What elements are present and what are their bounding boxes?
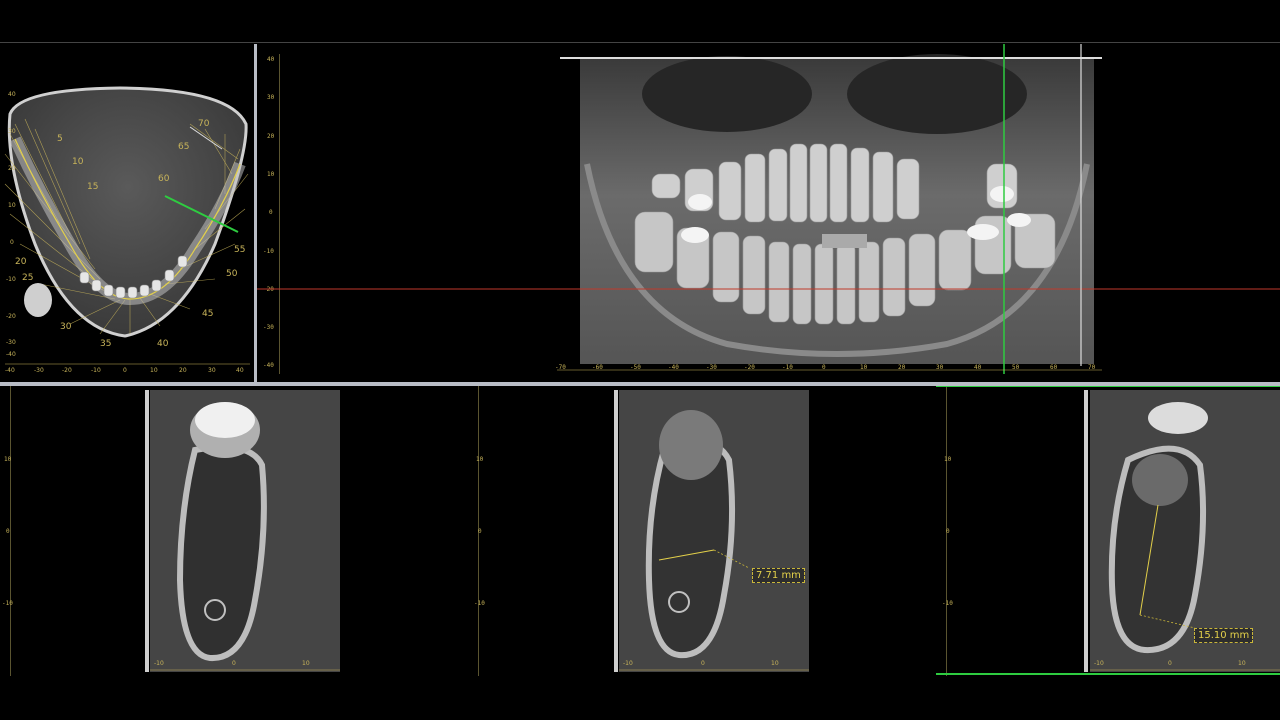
al-label: 70 [198,119,210,129]
svg-text:0: 0 [1168,660,1172,667]
svg-text:-10: -10 [623,660,633,667]
axial-view[interactable]: 5 10 15 20 25 30 35 40 45 50 55 60 65 70 -40 -30… [0,44,254,382]
ah-label: -10 [91,367,101,374]
ah-label: 40 [236,367,244,374]
cs1-v-ruler: 10 0 -10 [0,386,13,676]
av-label: -20 [6,313,16,320]
ph-label: 0 [822,364,826,371]
al-label: 30 [60,322,72,332]
ah-label: -30 [34,367,44,374]
al-label: 35 [100,339,111,349]
ah-label: 0 [123,367,127,374]
axial-v-ticks: 40 30 20 10 0 -10 -20 -30 -40 [6,91,16,358]
ph-label: -60 [592,364,603,371]
av-label: 0 [10,239,14,246]
cs3-active-indicator [936,673,1280,675]
ah-label: -40 [5,367,15,374]
ah-label: -20 [62,367,72,374]
av-label: -10 [6,276,16,283]
al-label: 25 [22,273,33,283]
av-label: -40 [6,351,16,358]
al-label: 5 [57,134,63,144]
al-label: 10 [72,157,84,167]
ph-label: -30 [706,364,717,371]
cross-section-2[interactable]: 56 10 0 -10 -10 0 10 7.71 mm [468,386,936,676]
cs3-active-top [936,386,1280,387]
ah-label: 10 [150,367,158,374]
av-label: 20 [8,165,16,172]
svg-text:-10: -10 [154,660,164,667]
al-label: 55 [234,245,245,255]
av-label: -30 [6,339,16,346]
axial-arch-image: 5 10 15 20 25 30 35 40 45 50 55 60 65 70 -40 -30… [4,86,250,374]
ph-label: -50 [630,364,641,371]
ph-label: 20 [898,364,906,371]
av-label: 40 [8,91,16,98]
av-label: 10 [8,202,16,209]
ph-label: 40 [974,364,982,371]
al-label: 20 [15,257,27,267]
cs2-image: -10 0 10 [619,390,809,672]
top-border [0,42,1280,43]
ph-label: -70 [555,364,566,371]
ph-label: -20 [744,364,755,371]
ph-label: 10 [860,364,868,371]
al-label: 40 [157,339,169,349]
av-label: 30 [8,128,16,135]
svg-text:-10: -10 [1094,660,1104,667]
svg-text:10: 10 [771,660,779,667]
cs2-v-ruler: 10 0 -10 [468,386,485,676]
ph-label: 50 [1012,364,1020,371]
al-label: 50 [226,269,238,279]
svg-text:10: 10 [1238,660,1246,667]
ah-label: 20 [179,367,187,374]
axial-h-ticks: -40 -30 -20 -10 0 10 20 30 40 [5,367,244,374]
ph-label: 30 [936,364,944,371]
cross-section-1[interactable]: 10 0 -10 -10 0 10 [0,386,468,676]
cs1-image: -10 0 10 [150,390,340,672]
panoramic-view[interactable]: 40 30 20 10 0 -10 -20 -30 -40 [257,44,1280,382]
al-label: 45 [202,309,213,319]
cs3-measurement-label[interactable]: 15.10 mm [1194,628,1254,643]
al-label: 15 [87,182,98,192]
ph-label: 70 [1088,364,1096,371]
cs2-measurement-label[interactable]: 7.71 mm [752,568,805,583]
ph-label: -40 [668,364,679,371]
cs3-v-ruler: 10 0 -10 [936,386,953,676]
svg-text:0: 0 [701,660,705,667]
cross-section-3[interactable]: 57 10 0 -10 -10 0 10 15.10 mm [936,386,1280,676]
svg-text:10: 10 [302,660,310,667]
ph-label: -10 [782,364,793,371]
al-label: 65 [178,142,189,152]
ph-label: 60 [1050,364,1058,371]
ah-label: 30 [208,367,216,374]
panoramic-image [257,44,1280,374]
al-label: 60 [158,174,170,184]
svg-text:0: 0 [232,660,236,667]
panoramic-h-ruler: -70 -60 -50 -40 -30 -20 -10 0 10 20 30 4… [555,364,1105,376]
